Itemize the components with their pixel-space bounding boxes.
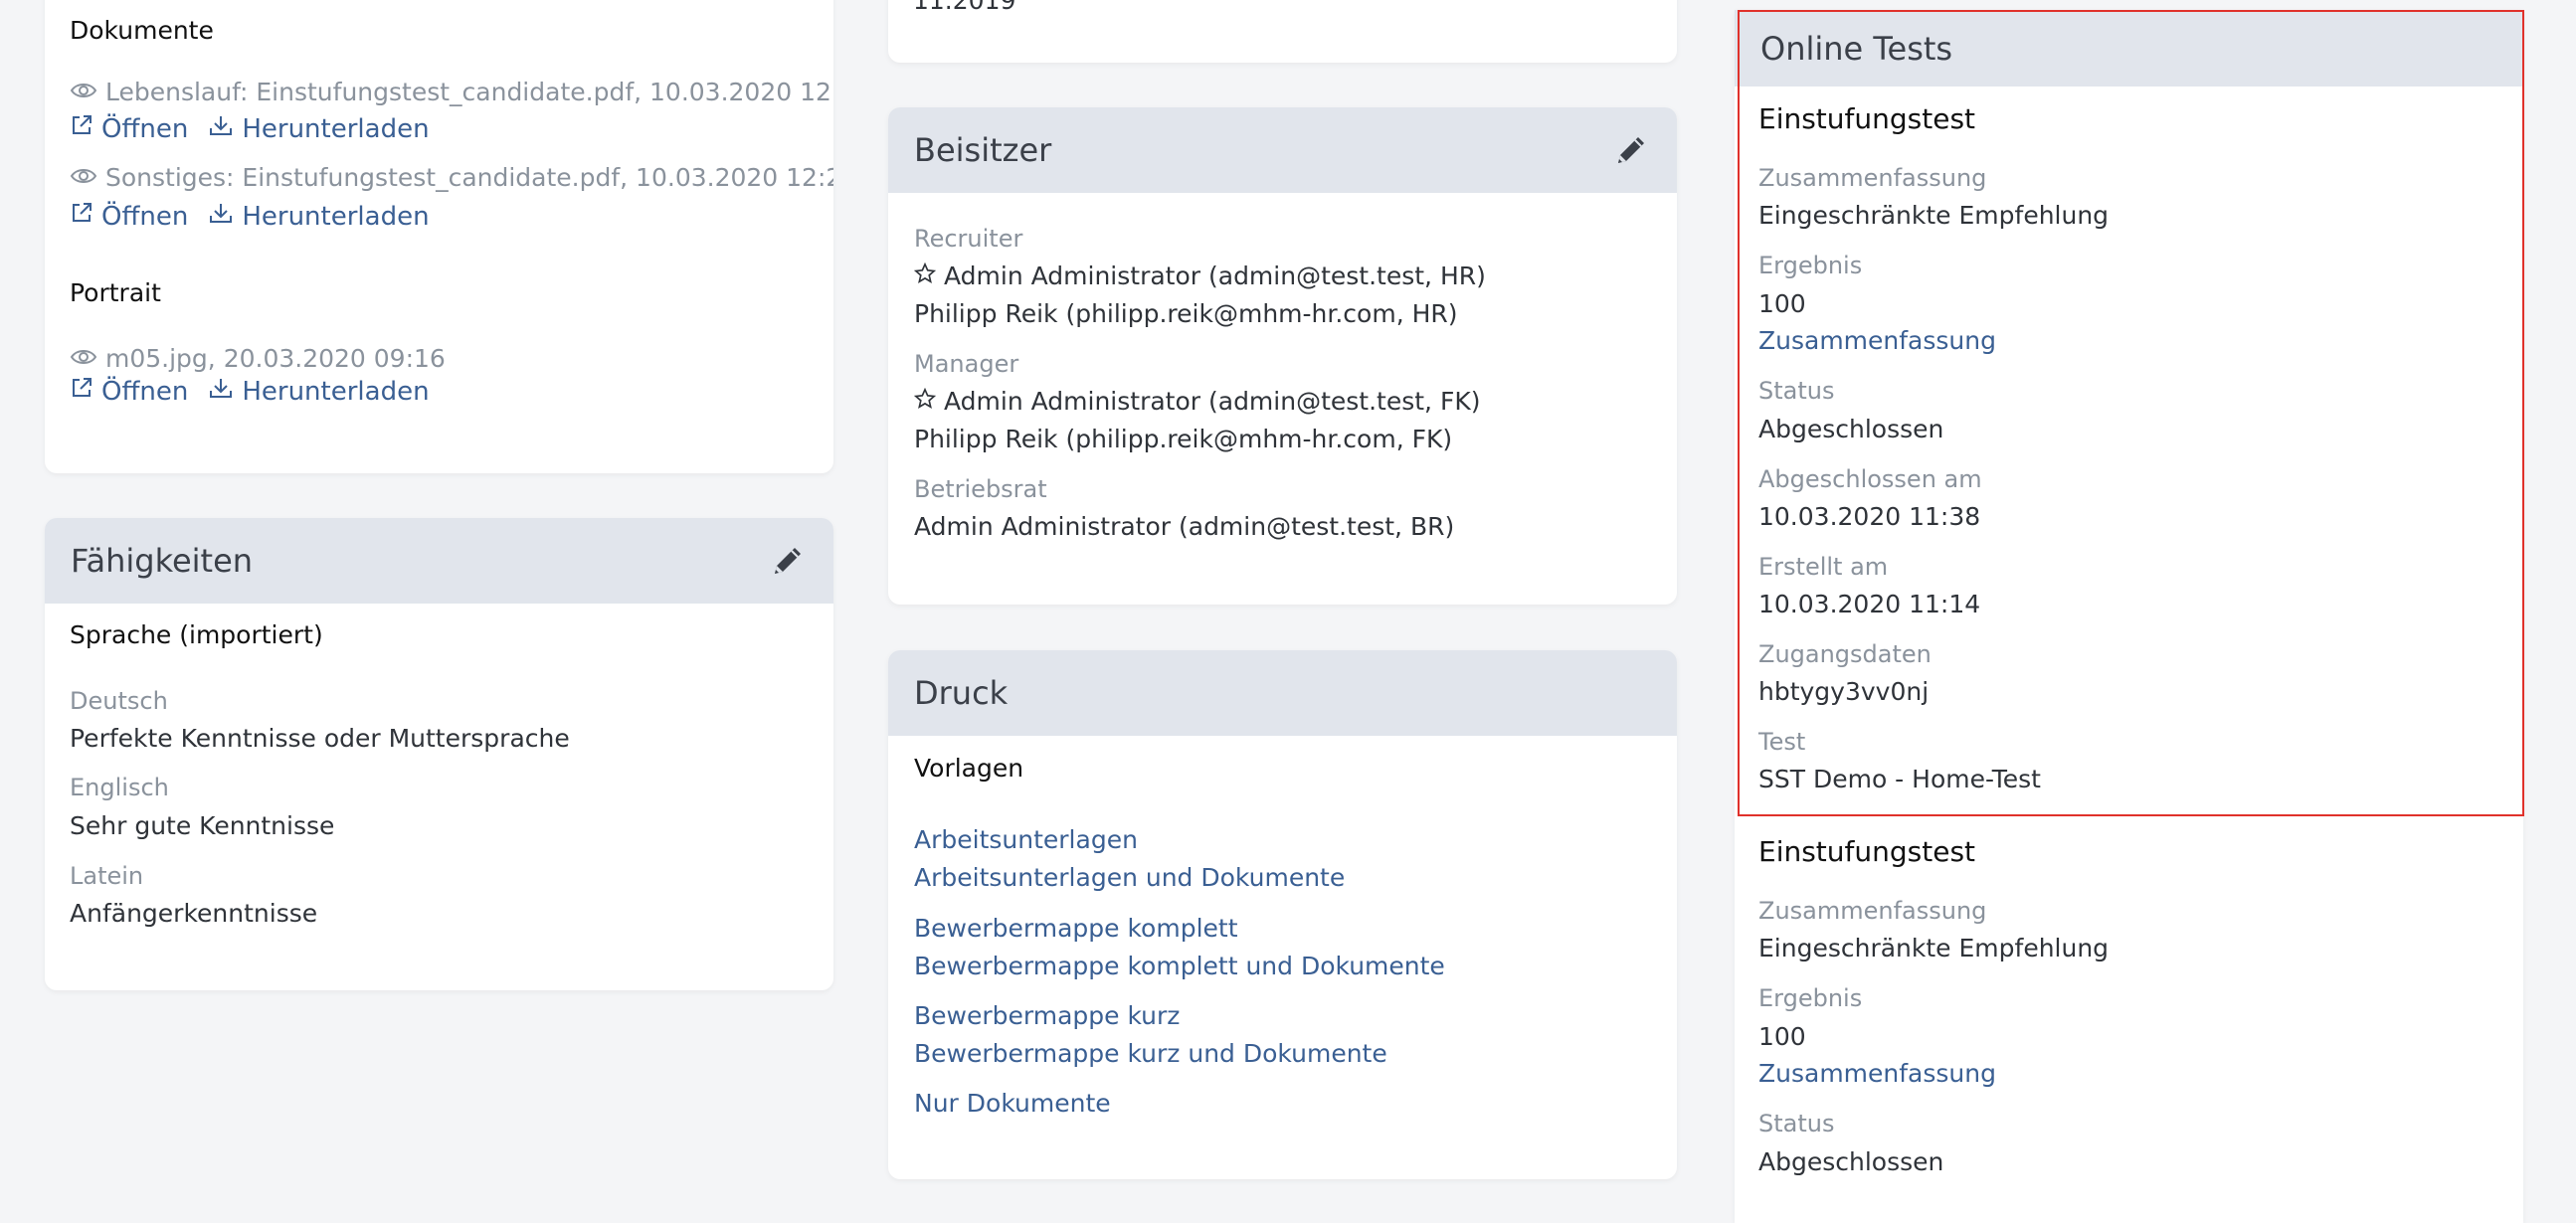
file-sonstiges: Sonstiges: Einstufungstest_candidate.pdf…	[70, 163, 833, 192]
pencil-icon[interactable]	[768, 541, 808, 581]
member-row: Philipp Reik (philipp.reik@mhm-hr.com, H…	[914, 299, 1458, 328]
skills-card: Fähigkeiten Sprache (importiert) Deutsch…	[45, 518, 833, 990]
status-value: Abgeschlossen	[1758, 1147, 1944, 1176]
download-icon	[208, 113, 234, 144]
portrait-heading: Portrait	[70, 278, 161, 307]
eye-icon	[70, 163, 97, 192]
file-portrait: m05.jpg, 20.03.2020 09:16	[70, 344, 446, 373]
open-link[interactable]: Öffnen	[70, 113, 188, 144]
created-label: Erstellt am	[1758, 553, 1889, 581]
external-link-icon	[70, 376, 93, 407]
member-row: Admin Administrator (admin@test.test, FK…	[913, 387, 1480, 416]
language-label: Deutsch	[70, 687, 168, 715]
template-link[interactable]: Bewerbermappe kurz	[914, 1001, 1180, 1030]
file-label: Lebenslauf: Einstufungstest_candidate.pd…	[105, 78, 833, 106]
file-actions: Öffnen Herunterladen	[70, 201, 430, 232]
summary-value: Eingeschränkte Empfehlung	[1758, 934, 2110, 962]
open-link[interactable]: Öffnen	[70, 201, 188, 232]
file-label: m05.jpg, 20.03.2020 09:16	[105, 344, 446, 373]
templates-heading: Vorlagen	[914, 754, 1024, 783]
access-value: hbtygy3vv0nj	[1758, 677, 1930, 706]
summary-link[interactable]: Zusammenfassung	[1758, 1059, 1996, 1088]
print-card-header: Druck	[888, 650, 1677, 736]
star-outline-icon	[913, 262, 937, 290]
template-link[interactable]: Arbeitsunterlagen	[914, 825, 1138, 854]
open-link[interactable]: Öffnen	[70, 376, 188, 407]
status-label: Status	[1758, 377, 1835, 405]
member-row: Admin Administrator (admin@test.test, BR…	[914, 512, 1455, 541]
print-card: Druck Vorlagen Arbeitsunterlagen Arbeits…	[888, 650, 1677, 1179]
star-outline-icon	[913, 387, 937, 416]
language-value: Perfekte Kenntnisse oder Muttersprache	[70, 724, 570, 753]
assessors-card: Beisitzer Recruiter Admin Administrator …	[888, 107, 1677, 605]
template-link[interactable]: Bewerbermappe komplett und Dokumente	[914, 952, 1445, 980]
external-link-icon	[70, 113, 93, 144]
skills-section-title: Sprache (importiert)	[70, 620, 323, 649]
download-link[interactable]: Herunterladen	[208, 201, 430, 232]
created-value: 10.03.2020 11:14	[1758, 590, 1981, 618]
file-label: Sonstiges: Einstufungstest_candidate.pdf…	[105, 163, 833, 192]
language-value: Sehr gute Kenntnisse	[70, 811, 335, 840]
summary-label: Zusammenfassung	[1758, 897, 1987, 925]
file-lebenslauf: Lebenslauf: Einstufungstest_candidate.pd…	[70, 78, 833, 106]
group-label-works-council: Betriebsrat	[914, 475, 1047, 503]
result-label: Ergebnis	[1758, 984, 1863, 1012]
assessors-card-title: Beisitzer	[914, 131, 1052, 169]
template-link[interactable]: Nur Dokumente	[914, 1089, 1111, 1118]
test-name: Einstufungstest	[1758, 102, 1976, 135]
result-value: 100	[1758, 1022, 1806, 1051]
download-icon	[208, 376, 234, 407]
file-actions: Öffnen Herunterladen	[70, 113, 430, 144]
result-label: Ergebnis	[1758, 252, 1863, 279]
skills-card-title: Fähigkeiten	[71, 542, 254, 580]
member-row: Philipp Reik (philipp.reik@mhm-hr.com, F…	[914, 425, 1453, 453]
online-tests-card-title: Online Tests	[1760, 29, 1953, 68]
member-row: Admin Administrator (admin@test.test, HR…	[913, 262, 1486, 290]
download-icon	[208, 201, 234, 232]
completed-label: Abgeschlossen am	[1758, 465, 1982, 493]
documents-card: Dokumente Lebenslauf: Einstufungstest_ca…	[45, 0, 833, 473]
summary-label: Zusammenfassung	[1758, 164, 1987, 192]
assessors-card-header: Beisitzer	[888, 107, 1677, 193]
print-card-title: Druck	[914, 674, 1009, 712]
download-link[interactable]: Herunterladen	[208, 376, 430, 407]
group-label-recruiter: Recruiter	[914, 225, 1023, 253]
template-link[interactable]: Bewerbermappe komplett	[914, 914, 1238, 943]
summary-link[interactable]: Zusammenfassung	[1758, 326, 1996, 355]
template-link[interactable]: Arbeitsunterlagen und Dokumente	[914, 863, 1345, 892]
online-tests-card-header: Online Tests	[1735, 10, 2523, 87]
file-actions: Öffnen Herunterladen	[70, 376, 430, 407]
online-tests-card: Online Tests Einstufungstest Zusammenfas…	[1735, 10, 2523, 1223]
summary-value: Eingeschränkte Empfehlung	[1758, 201, 2110, 230]
external-link-icon	[70, 201, 93, 232]
test-name: Einstufungstest	[1758, 835, 1976, 868]
test-label: Test	[1758, 728, 1806, 756]
access-label: Zugangsdaten	[1758, 640, 1932, 668]
status-label: Status	[1758, 1110, 1835, 1137]
status-value: Abgeschlossen	[1758, 415, 1944, 443]
test-value: SST Demo - Home-Test	[1758, 765, 2041, 793]
language-label: Englisch	[70, 774, 169, 801]
group-label-manager: Manager	[914, 350, 1019, 378]
documents-heading: Dokumente	[70, 16, 214, 45]
language-value: Anfängerkenntnisse	[70, 899, 318, 928]
language-label: Latein	[70, 862, 144, 890]
top-middle-card: 11.2019	[888, 0, 1677, 63]
pencil-icon[interactable]	[1611, 130, 1651, 170]
eye-icon	[70, 78, 97, 106]
result-value: 100	[1758, 289, 1806, 318]
partial-date: 11.2019	[913, 0, 1016, 15]
completed-value: 10.03.2020 11:38	[1758, 502, 1981, 531]
skills-card-header: Fähigkeiten	[45, 518, 833, 604]
template-link[interactable]: Bewerbermappe kurz und Dokumente	[914, 1039, 1387, 1068]
download-link[interactable]: Herunterladen	[208, 113, 430, 144]
eye-icon	[70, 344, 97, 373]
